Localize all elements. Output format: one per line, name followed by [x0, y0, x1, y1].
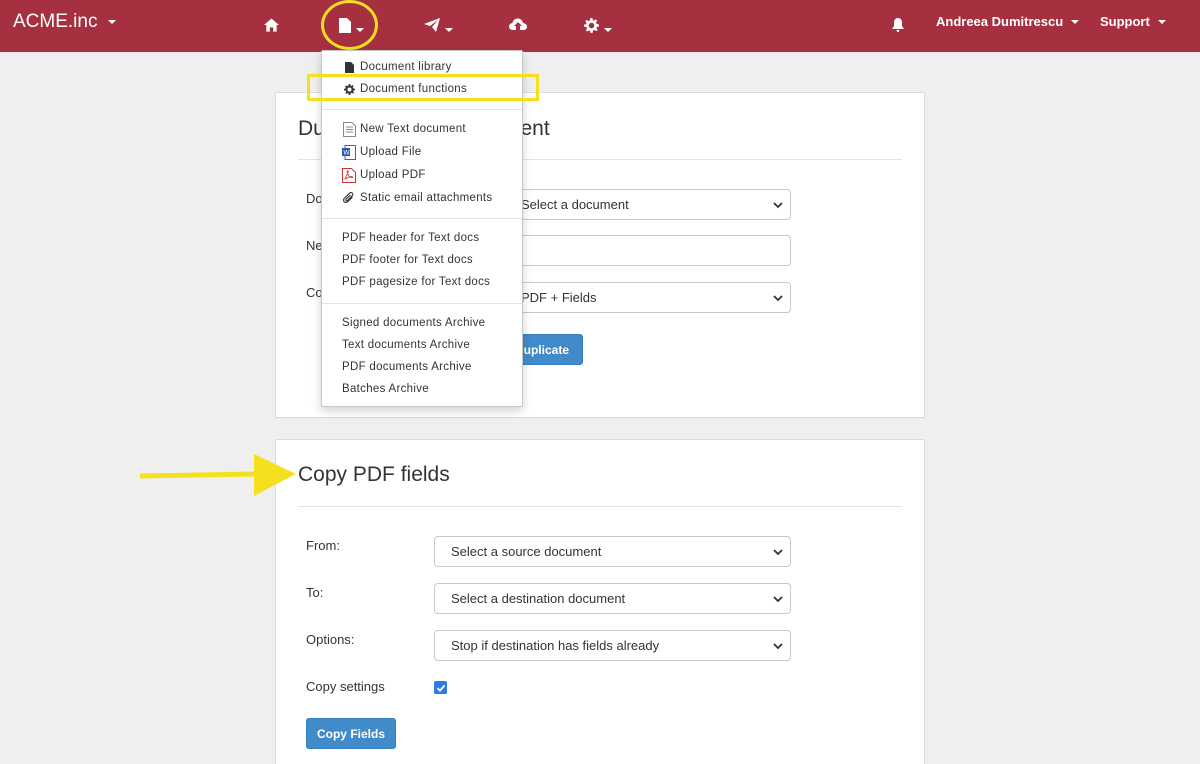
menu-item-upload-pdf[interactable]: Upload PDF — [342, 167, 426, 183]
user-name: Andreea Dumitrescu — [936, 14, 1064, 29]
menu-item-pdf-pagesize[interactable]: PDF pagesize for Text docs — [342, 276, 490, 288]
options-select[interactable]: Stop if destination has fields already — [434, 630, 791, 661]
menu-item-static-email-attachments[interactable]: Static email attachments — [342, 191, 492, 205]
settings-menu-button[interactable] — [584, 12, 612, 38]
options-label: Options: — [306, 632, 355, 647]
cloud-upload-icon — [509, 18, 527, 30]
menu-item-new-text-document[interactable]: New Text document — [342, 121, 466, 137]
copy-pdf-fields-panel: Copy PDF fields From: Select a source do… — [275, 439, 925, 764]
panel-title: Copy PDF fields — [298, 463, 450, 486]
send-menu-button[interactable] — [424, 12, 453, 38]
send-icon — [424, 18, 440, 32]
brand-name: ACME.inc — [13, 11, 98, 32]
gear-icon — [584, 17, 599, 33]
support-menu[interactable]: Support — [1100, 14, 1166, 29]
highlight-box-annotation — [307, 74, 539, 101]
arrow-annotation-icon — [140, 454, 296, 496]
chevron-down-icon — [773, 295, 783, 302]
notifications-button[interactable] — [892, 12, 904, 38]
support-label: Support — [1100, 14, 1150, 29]
home-button[interactable] — [264, 12, 279, 38]
checkmark-icon — [436, 684, 445, 692]
destination-document-select[interactable]: Select a destination document — [434, 583, 791, 614]
chevron-down-icon — [773, 202, 783, 209]
chevron-down-icon — [1071, 19, 1080, 24]
menu-divider — [322, 109, 522, 110]
source-document-select[interactable]: Select a source document — [434, 536, 791, 567]
chevron-down-icon — [773, 643, 783, 650]
menu-item-pdf-footer[interactable]: PDF footer for Text docs — [342, 254, 473, 266]
chevron-down-icon — [773, 549, 783, 556]
chevron-down-icon — [604, 28, 612, 32]
document-icon — [342, 60, 356, 74]
copy-settings-checkbox[interactable] — [434, 681, 447, 694]
svg-text:W: W — [343, 148, 350, 156]
text-doc-icon — [342, 121, 356, 137]
word-doc-icon: W — [342, 144, 356, 160]
upload-button[interactable] — [509, 12, 527, 38]
from-label: From: — [306, 538, 340, 553]
chevron-down-icon — [1157, 19, 1166, 24]
menu-item-signed-documents-archive[interactable]: Signed documents Archive — [342, 317, 485, 329]
menu-divider — [322, 303, 522, 304]
menu-divider — [322, 218, 522, 219]
copy-fields-button[interactable]: Copy Fields — [306, 718, 396, 749]
user-menu[interactable]: Andreea Dumitrescu — [936, 14, 1080, 29]
chevron-down-icon — [773, 596, 783, 603]
highlight-circle-annotation — [321, 0, 378, 50]
bell-icon — [892, 18, 904, 32]
home-icon — [264, 18, 279, 32]
menu-item-upload-file[interactable]: W Upload File — [342, 144, 421, 160]
divider — [298, 506, 902, 507]
menu-item-text-documents-archive[interactable]: Text documents Archive — [342, 339, 470, 351]
chevron-down-icon — [445, 28, 453, 32]
chevron-down-icon — [108, 20, 117, 24]
brand-menu[interactable]: ACME.inc — [13, 11, 117, 33]
menu-item-batches-archive[interactable]: Batches Archive — [342, 383, 429, 395]
documents-dropdown-menu: Document library Document functions New … — [321, 50, 523, 407]
copy-settings-label: Copy settings — [306, 679, 385, 694]
pdf-doc-icon — [342, 167, 356, 183]
top-navbar: ACME.inc Andreea Dumitrescu Support — [0, 0, 1200, 52]
menu-item-pdf-header[interactable]: PDF header for Text docs — [342, 232, 479, 244]
menu-item-pdf-documents-archive[interactable]: PDF documents Archive — [342, 361, 472, 373]
paperclip-icon — [342, 191, 356, 205]
menu-item-document-library[interactable]: Document library — [342, 60, 452, 74]
to-label: To: — [306, 585, 324, 600]
